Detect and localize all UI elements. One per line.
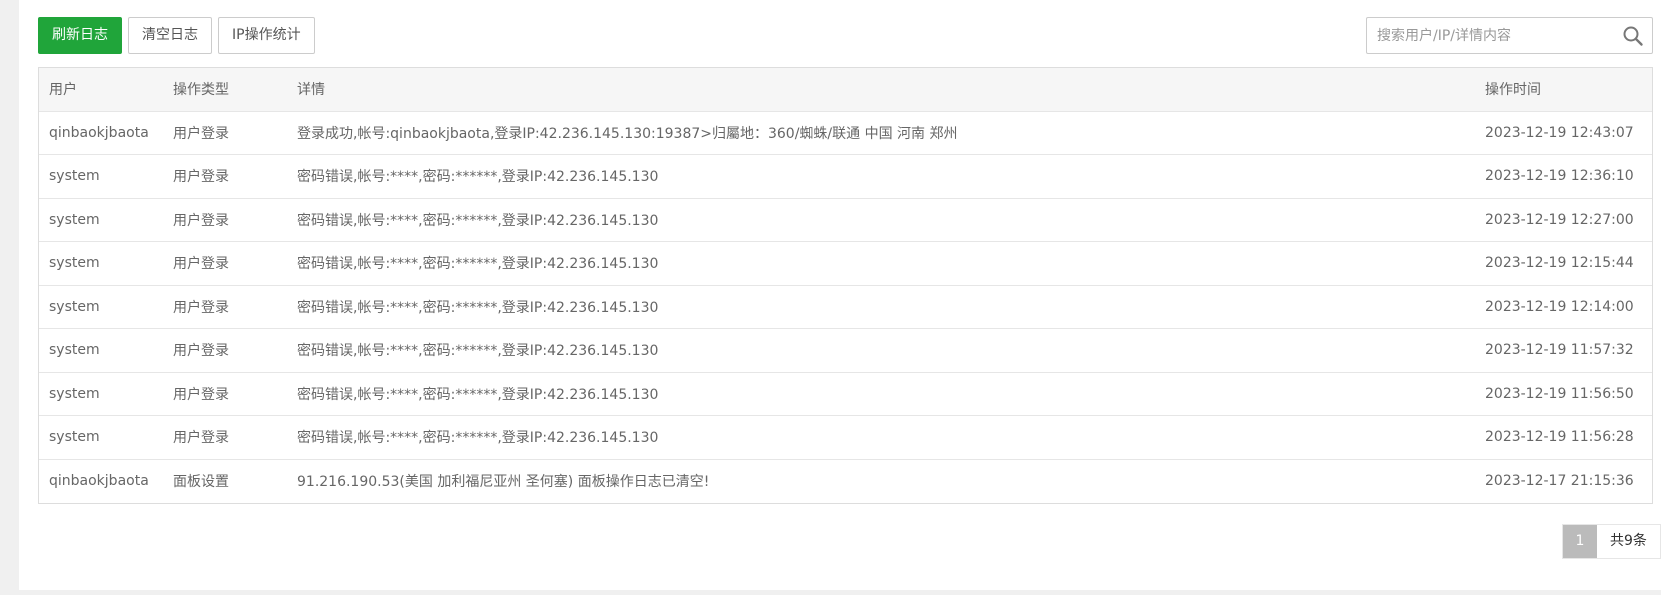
cell-time: 2023-12-19 12:15:44 bbox=[1475, 241, 1652, 286]
column-header-user: 用户 bbox=[39, 68, 163, 112]
table-row: system 用户登录 密码错误,帐号:****,密码:******,登录IP:… bbox=[39, 415, 1652, 460]
column-header-type: 操作类型 bbox=[163, 68, 287, 112]
table-row: system 用户登录 密码错误,帐号:****,密码:******,登录IP:… bbox=[39, 372, 1652, 416]
cell-user: system bbox=[39, 198, 163, 242]
cell-type: 用户登录 bbox=[163, 372, 287, 416]
table-row: qinbaokjbaota 用户登录 登录成功,帐号:qinbaokjbaota… bbox=[39, 111, 1652, 155]
page-button-current[interactable]: 1 bbox=[1563, 525, 1597, 558]
cell-time: 2023-12-19 11:56:50 bbox=[1475, 372, 1652, 416]
search-box bbox=[1366, 17, 1653, 54]
cell-type: 用户登录 bbox=[163, 154, 287, 199]
cell-user: system bbox=[39, 241, 163, 286]
cell-type: 用户登录 bbox=[163, 328, 287, 373]
column-header-time: 操作时间 bbox=[1475, 68, 1652, 112]
cell-user: system bbox=[39, 372, 163, 416]
cell-user: system bbox=[39, 154, 163, 199]
cell-detail: 密码错误,帐号:****,密码:******,登录IP:42.236.145.1… bbox=[287, 285, 1475, 329]
cell-time: 2023-12-19 12:36:10 bbox=[1475, 154, 1652, 199]
cell-type: 用户登录 bbox=[163, 198, 287, 242]
search-input[interactable] bbox=[1367, 18, 1617, 53]
cell-time: 2023-12-19 11:57:32 bbox=[1475, 328, 1652, 373]
cell-user: system bbox=[39, 328, 163, 373]
cell-time: 2023-12-19 12:27:00 bbox=[1475, 198, 1652, 242]
search-icon[interactable] bbox=[1622, 25, 1644, 47]
cell-user: qinbaokjbaota bbox=[39, 111, 163, 155]
cell-detail: 密码错误,帐号:****,密码:******,登录IP:42.236.145.1… bbox=[287, 415, 1475, 460]
cell-detail: 登录成功,帐号:qinbaokjbaota,登录IP:42.236.145.13… bbox=[287, 111, 1475, 155]
pagination: 1 共9条 bbox=[1562, 524, 1661, 559]
cell-type: 用户登录 bbox=[163, 415, 287, 460]
cell-user: qinbaokjbaota bbox=[49, 473, 149, 489]
cell-user: system bbox=[39, 285, 163, 329]
cell-user: system bbox=[39, 415, 163, 460]
cell-type: 用户登录 bbox=[163, 285, 287, 329]
cell-detail: 91.216.190.53(美国 加利福尼亚州 圣何塞) 面板操作日志已清空! bbox=[297, 474, 710, 490]
cell-detail: 密码错误,帐号:****,密码:******,登录IP:42.236.145.1… bbox=[287, 372, 1475, 416]
clear-log-button[interactable]: 清空日志 bbox=[128, 17, 212, 54]
ip-stats-button[interactable]: IP操作统计 bbox=[218, 17, 315, 54]
cell-time: 2023-12-19 12:43:07 bbox=[1475, 111, 1652, 155]
table-row: system 用户登录 密码错误,帐号:****,密码:******,登录IP:… bbox=[39, 154, 1652, 199]
toolbar: 刷新日志 清空日志 IP操作统计 bbox=[38, 17, 315, 54]
table-row: qinbaokjbaota 面板设置 91.216.190.53(美国 加利福尼… bbox=[39, 459, 1652, 503]
refresh-log-button[interactable]: 刷新日志 bbox=[38, 17, 122, 54]
table-header-row: 用户 操作类型 详情 操作时间 bbox=[39, 68, 1652, 112]
column-header-detail: 详情 bbox=[287, 68, 1475, 112]
cell-detail: 密码错误,帐号:****,密码:******,登录IP:42.236.145.1… bbox=[287, 328, 1475, 373]
table-row: system 用户登录 密码错误,帐号:****,密码:******,登录IP:… bbox=[39, 241, 1652, 286]
cell-type: 用户登录 bbox=[163, 111, 287, 155]
total-count-label: 共9条 bbox=[1597, 525, 1660, 558]
cell-type: 用户登录 bbox=[163, 241, 287, 286]
table-row: system 用户登录 密码错误,帐号:****,密码:******,登录IP:… bbox=[39, 328, 1652, 373]
cell-detail: 密码错误,帐号:****,密码:******,登录IP:42.236.145.1… bbox=[287, 198, 1475, 242]
cell-detail: 密码错误,帐号:****,密码:******,登录IP:42.236.145.1… bbox=[287, 154, 1475, 199]
log-table: 用户 操作类型 详情 操作时间 qinbaokjbaota 用户登录 登录成功,… bbox=[39, 68, 1652, 503]
cell-type: 面板设置 bbox=[173, 474, 229, 490]
table-row: system 用户登录 密码错误,帐号:****,密码:******,登录IP:… bbox=[39, 198, 1652, 242]
cell-time: 2023-12-19 12:14:00 bbox=[1475, 285, 1652, 329]
cell-detail: 密码错误,帐号:****,密码:******,登录IP:42.236.145.1… bbox=[287, 241, 1475, 286]
log-table-container: 用户 操作类型 详情 操作时间 qinbaokjbaota 用户登录 登录成功,… bbox=[38, 67, 1653, 504]
cell-time: 2023-12-19 11:56:28 bbox=[1475, 415, 1652, 460]
cell-time: 2023-12-17 21:15:36 bbox=[1485, 473, 1634, 489]
log-panel: 刷新日志 清空日志 IP操作统计 用户 操作类型 详情 bbox=[19, 0, 1661, 590]
table-row: system 用户登录 密码错误,帐号:****,密码:******,登录IP:… bbox=[39, 285, 1652, 329]
